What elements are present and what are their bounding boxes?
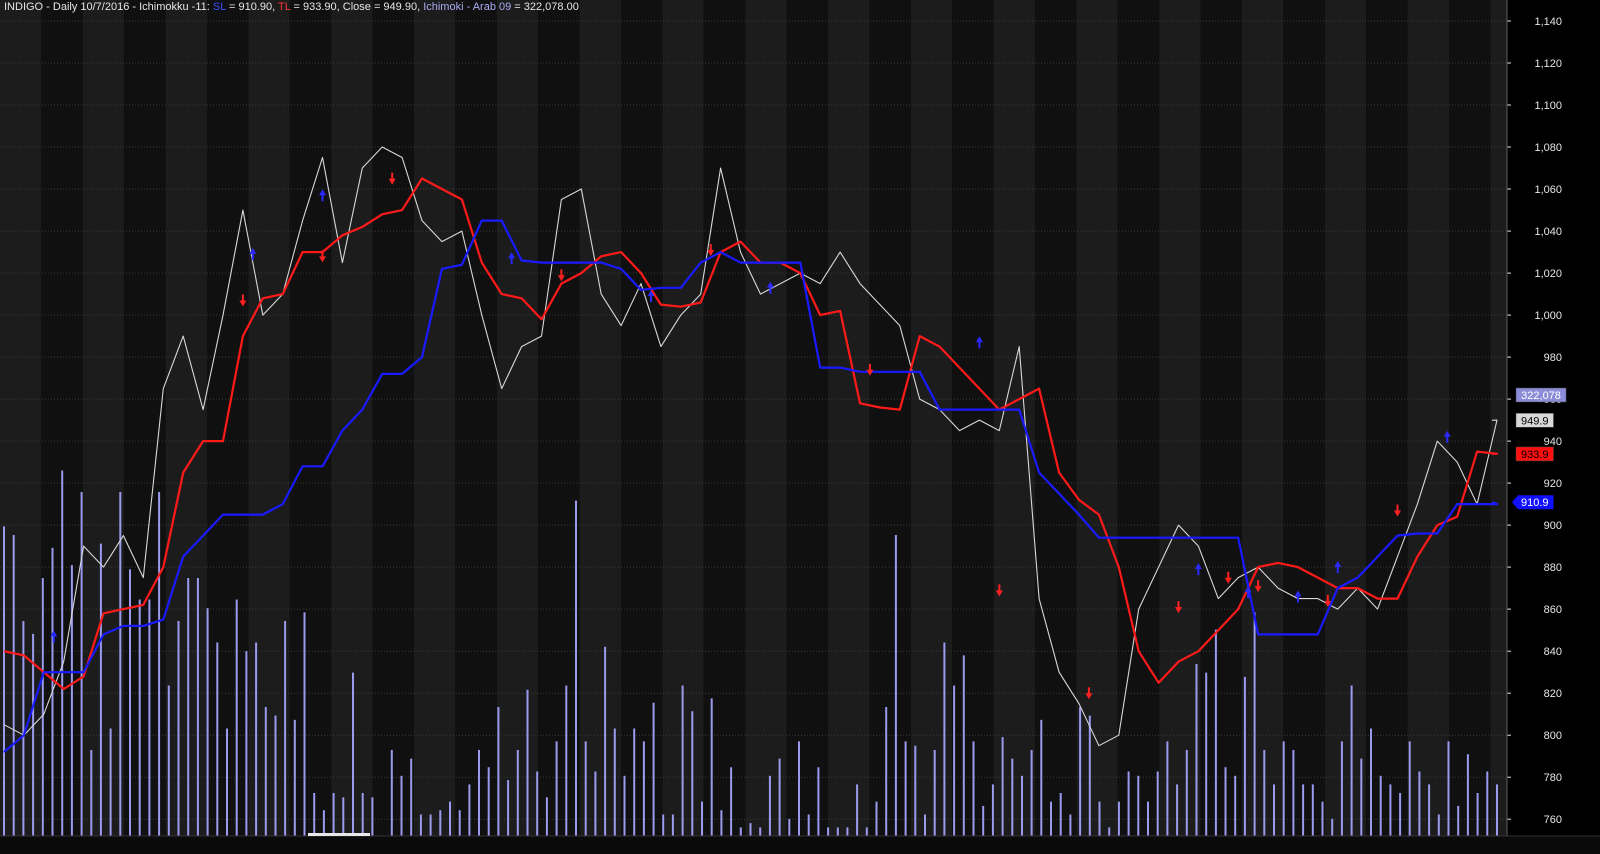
header-vol-text: = 322,078.00 (511, 1, 579, 13)
y-tick-label: 900 (1544, 520, 1562, 532)
vertical-band (993, 0, 1035, 836)
time-axis-strip (0, 836, 1600, 854)
value-label-tl: 933.9 (1521, 449, 1549, 461)
vertical-band (1283, 0, 1325, 836)
vertical-band (1324, 0, 1367, 836)
y-tick-label: 1,040 (1534, 226, 1562, 238)
header-vol-label: Ichimoki - Arab 09 (423, 1, 512, 13)
y-tick-label: 820 (1544, 688, 1562, 700)
vertical-band (496, 0, 539, 836)
vertical-band (1449, 0, 1491, 836)
y-tick-label: 1,080 (1534, 142, 1562, 154)
vertical-band (248, 0, 290, 836)
header-tl-label: TL (278, 1, 291, 13)
y-tick-label: 1,140 (1534, 16, 1562, 28)
y-tick-label: 1,120 (1534, 58, 1562, 70)
vertical-band (869, 0, 911, 836)
value-label-sl: 910.9 (1521, 497, 1549, 509)
y-tick-label: 880 (1544, 562, 1562, 574)
vertical-band (414, 0, 456, 836)
vertical-band (828, 0, 870, 836)
vertical-band (165, 0, 207, 836)
vertical-band (455, 0, 497, 836)
y-tick-label: 1,060 (1534, 184, 1562, 196)
header-sl-label: SL (212, 1, 226, 13)
scroll-thumb (308, 833, 370, 836)
y-tick-label: 980 (1544, 352, 1562, 364)
vertical-band (538, 0, 580, 836)
vertical-band (786, 0, 828, 836)
y-tick-label: 1,020 (1534, 268, 1562, 280)
vertical-band (910, 0, 953, 836)
vertical-band (0, 0, 42, 836)
y-tick-label: 860 (1544, 604, 1562, 616)
chart-header: INDIGO - Daily 10/7/2016 - Ichimokku -11… (4, 1, 579, 13)
chart-root: 7607808008208408608809009209409609801,00… (0, 0, 1600, 854)
vertical-band (745, 0, 787, 836)
vertical-band (952, 0, 994, 836)
vertical-band (579, 0, 621, 836)
y-tick-label: 840 (1544, 646, 1562, 658)
y-tick-label: 1,100 (1534, 100, 1562, 112)
vertical-band (289, 0, 332, 836)
y-tick-label: 800 (1544, 730, 1562, 742)
vertical-band (1490, 0, 1507, 836)
vertical-band (372, 0, 414, 836)
y-tick-label: 940 (1544, 436, 1562, 448)
vertical-band (1366, 0, 1408, 836)
header-sl-text: = 910.90, (225, 1, 279, 13)
y-tick-label: 780 (1544, 772, 1562, 784)
vertical-band (1117, 0, 1160, 836)
vertical-band (82, 0, 125, 836)
vertical-band (1242, 0, 1284, 836)
value-label-close: 949.9 (1521, 415, 1549, 427)
vertical-band (331, 0, 373, 836)
vertical-band (1035, 0, 1077, 836)
vertical-band (703, 0, 746, 836)
y-tick-label: 920 (1544, 478, 1562, 490)
y-tick-label: 760 (1544, 814, 1562, 826)
value-label-volume: 322,078 (1521, 390, 1561, 402)
vertical-band (1407, 0, 1449, 836)
header-tl-text: = 933.90, Close = 949.90, (290, 1, 424, 13)
y-tick-label: 1,000 (1534, 310, 1562, 322)
price-chart[interactable]: 7607808008208408608809009209409609801,00… (0, 0, 1600, 854)
vertical-band (621, 0, 663, 836)
vertical-band (1159, 0, 1201, 836)
header-title: INDIGO - Daily 10/7/2016 - Ichimokku -11… (4, 1, 213, 13)
